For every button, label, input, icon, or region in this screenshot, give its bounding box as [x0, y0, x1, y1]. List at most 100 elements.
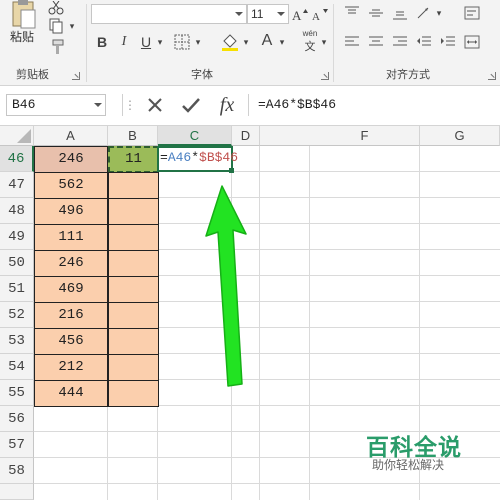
- ribbon: 粘贴 ▾ 剪贴板 11 A A B I U ▾ ▾ ▾ A ▾ wén 文 ▾ …: [0, 0, 500, 86]
- row-header-46[interactable]: 46: [0, 146, 34, 172]
- format-painter-icon[interactable]: [46, 38, 66, 56]
- fill-color-icon[interactable]: [219, 30, 241, 52]
- clipboard-launcher-icon[interactable]: [72, 72, 80, 80]
- row-header-55[interactable]: 55: [0, 380, 34, 406]
- cell-a46[interactable]: 246: [34, 146, 108, 173]
- cell-a49[interactable]: 111: [34, 224, 108, 251]
- cell-a52[interactable]: 216: [34, 302, 108, 329]
- alignment-group-label: 对齐方式: [386, 68, 430, 81]
- cell-b48[interactable]: [108, 198, 159, 225]
- orientation-icon[interactable]: [414, 4, 434, 22]
- phonetic-label: wén: [302, 28, 318, 38]
- font-group: 11 A A B I U ▾ ▾ ▾ A ▾ wén 文 ▾ 字体: [87, 0, 333, 86]
- font-size-dropdown[interactable]: 11: [247, 4, 289, 24]
- underline-dropdown-icon[interactable]: ▾: [155, 32, 165, 52]
- alignment-launcher-icon[interactable]: [488, 72, 496, 80]
- copy-icon[interactable]: [46, 18, 66, 34]
- row-header-50[interactable]: 50: [0, 250, 34, 276]
- row-header-57[interactable]: 57: [0, 432, 34, 458]
- align-center-icon[interactable]: [366, 32, 386, 52]
- row-header-54[interactable]: 54: [0, 354, 34, 380]
- align-left-icon[interactable]: [342, 32, 362, 52]
- cell-a53[interactable]: 456: [34, 328, 108, 355]
- column-header-a[interactable]: A: [34, 126, 108, 146]
- wrap-text-icon[interactable]: [462, 4, 482, 22]
- border-dropdown-icon[interactable]: ▾: [193, 32, 203, 52]
- font-name-dropdown[interactable]: [91, 4, 247, 24]
- underline-button[interactable]: U: [137, 32, 155, 52]
- divider: [248, 94, 249, 116]
- select-all-corner[interactable]: [0, 126, 34, 146]
- row-header-56[interactable]: 56: [0, 406, 34, 432]
- border-icon[interactable]: [171, 32, 193, 52]
- cell-b50[interactable]: [108, 250, 159, 277]
- cell-b49[interactable]: [108, 224, 159, 251]
- cell-a51[interactable]: 469: [34, 276, 108, 303]
- cell-a55[interactable]: 444: [34, 380, 108, 407]
- merge-center-icon[interactable]: [462, 32, 482, 52]
- bold-button[interactable]: B: [93, 32, 111, 52]
- formula-operator: *: [191, 150, 200, 165]
- row-header-48[interactable]: 48: [0, 198, 34, 224]
- italic-button[interactable]: I: [115, 32, 133, 52]
- cell-a47[interactable]: 562: [34, 172, 108, 199]
- cut-icon[interactable]: [46, 0, 66, 16]
- svg-text:A: A: [292, 8, 302, 21]
- cell-a50[interactable]: 246: [34, 250, 108, 277]
- gridline: [34, 483, 500, 484]
- gridline: [309, 146, 310, 500]
- column-header-d[interactable]: D: [232, 126, 260, 146]
- middle-align-icon[interactable]: [366, 4, 386, 22]
- copy-dropdown-icon[interactable]: ▾: [66, 18, 78, 34]
- align-right-icon[interactable]: [390, 32, 410, 52]
- cell-b47[interactable]: [108, 172, 159, 199]
- fill-handle[interactable]: [229, 168, 234, 173]
- bottom-align-icon[interactable]: [390, 4, 410, 22]
- name-box[interactable]: B46: [6, 94, 106, 116]
- alignment-group: ▾ 对齐方式: [334, 0, 500, 86]
- row-header-51[interactable]: 51: [0, 276, 34, 302]
- watermark-subtitle: 助你轻松解决: [372, 458, 445, 472]
- font-color-button[interactable]: A: [257, 30, 277, 52]
- increase-font-size-icon[interactable]: A: [291, 4, 309, 24]
- row-header-52[interactable]: 52: [0, 302, 34, 328]
- font-group-label: 字体: [191, 68, 213, 81]
- row-header-59[interactable]: [0, 484, 34, 500]
- cancel-icon[interactable]: [140, 94, 170, 116]
- cell-b53[interactable]: [108, 328, 159, 355]
- font-color-dropdown-icon[interactable]: ▾: [277, 32, 287, 52]
- formula-input[interactable]: =A46*$B$46: [250, 94, 500, 116]
- phonetic-guide-button[interactable]: wén 文: [299, 28, 321, 53]
- row-header-58[interactable]: 58: [0, 458, 34, 484]
- column-header-f[interactable]: F: [310, 126, 420, 146]
- insert-function-icon[interactable]: fx: [212, 92, 242, 118]
- cell-b46[interactable]: 11: [108, 146, 159, 173]
- divider: [122, 94, 123, 116]
- cell-a54[interactable]: 212: [34, 354, 108, 381]
- cell-b55[interactable]: [108, 380, 159, 407]
- paste-label[interactable]: 粘贴: [10, 28, 34, 45]
- decrease-indent-icon[interactable]: [414, 32, 434, 52]
- cell-b54[interactable]: [108, 354, 159, 381]
- formula-ref-b46: $B$46: [199, 150, 239, 165]
- paste-icon[interactable]: [6, 0, 42, 30]
- decrease-font-size-icon[interactable]: A: [311, 4, 329, 24]
- column-header-c[interactable]: C: [158, 126, 232, 146]
- column-header-g[interactable]: G: [420, 126, 500, 146]
- orientation-dropdown-icon[interactable]: ▾: [434, 4, 444, 22]
- cell-c46-editing[interactable]: =A46*$B$46: [157, 146, 238, 172]
- phonetic-dropdown-icon[interactable]: ▾: [319, 32, 329, 52]
- fill-color-dropdown-icon[interactable]: ▾: [241, 32, 251, 52]
- increase-indent-icon[interactable]: [438, 32, 458, 52]
- font-launcher-icon[interactable]: [321, 72, 329, 80]
- cell-b52[interactable]: [108, 302, 159, 329]
- column-header-b[interactable]: B: [108, 126, 158, 146]
- row-header-49[interactable]: 49: [0, 224, 34, 250]
- row-header-47[interactable]: 47: [0, 172, 34, 198]
- enter-icon[interactable]: [176, 94, 206, 116]
- top-align-icon[interactable]: [342, 4, 362, 22]
- row-header-53[interactable]: 53: [0, 328, 34, 354]
- cell-b51[interactable]: [108, 276, 159, 303]
- clipboard-group-label: 剪贴板: [16, 68, 49, 81]
- cell-a48[interactable]: 496: [34, 198, 108, 225]
